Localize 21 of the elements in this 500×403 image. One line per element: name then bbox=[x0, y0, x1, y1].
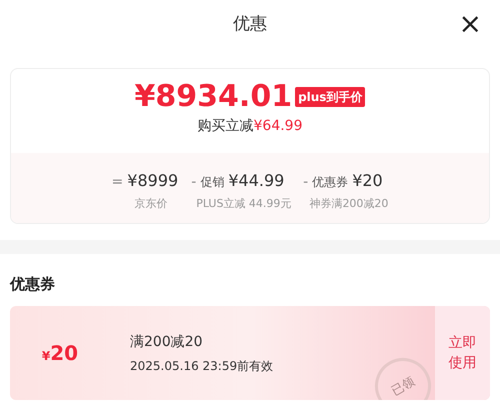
saving-text: 购买立减¥64.99 bbox=[198, 117, 302, 136]
section-title: 优惠券 bbox=[10, 275, 55, 293]
final-price: ¥8934.01 bbox=[134, 79, 292, 115]
coupon-name: 满200减20 bbox=[130, 332, 204, 352]
breakdown-label: 促销 bbox=[200, 174, 224, 191]
breakdown-label: 优惠券 bbox=[312, 174, 348, 191]
breakdown-note: PLUS立减 44.99元 bbox=[195, 196, 292, 212]
breakdown-note: 神券满200减20 bbox=[308, 196, 388, 212]
price-badge: plus到手价 bbox=[295, 87, 366, 107]
dialog-title: 优惠 bbox=[233, 13, 267, 36]
breakdown-value: ¥20 bbox=[352, 170, 383, 192]
operator: - bbox=[191, 173, 196, 192]
coupon-validity: 2025.05.16 23:59前有效 bbox=[130, 358, 274, 374]
operator: = bbox=[112, 173, 124, 192]
breakdown-note: 京东价 bbox=[133, 196, 168, 212]
breakdown-value: ¥8999 bbox=[127, 170, 178, 192]
operator: - bbox=[303, 173, 308, 192]
use-now-button[interactable]: 立即使用 bbox=[435, 306, 490, 400]
coupon-amount: ¥20 bbox=[42, 340, 78, 367]
close-button[interactable]: × bbox=[458, 10, 482, 38]
breakdown-value: ¥44.99 bbox=[228, 170, 284, 192]
